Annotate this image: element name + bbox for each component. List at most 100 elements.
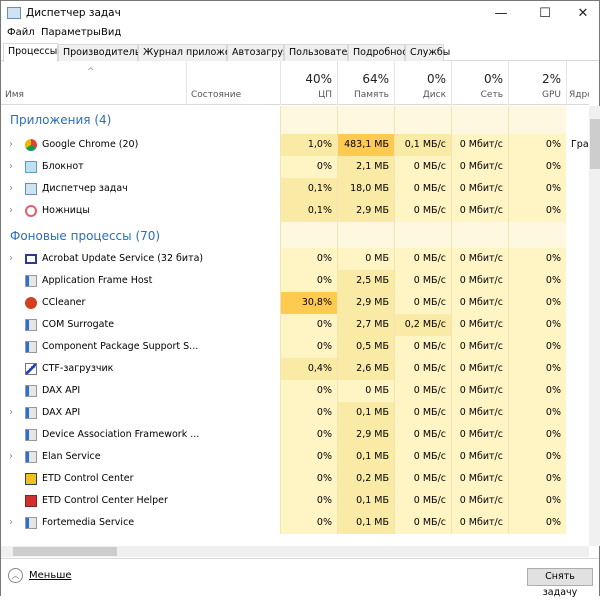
expand-chevron-icon[interactable]: › [9, 248, 13, 270]
process-row[interactable]: Device Association Framework ... 0% 2,9 МБ… [1, 424, 589, 446]
gpu-cell: 0% [508, 358, 566, 380]
close-button[interactable]: ✕ [563, 1, 600, 27]
gpu-cell: 0% [508, 336, 566, 358]
expand-chevron-icon[interactable]: › [9, 200, 13, 222]
column-gpu-engine[interactable]: Ядро GPU [566, 61, 589, 105]
process-row[interactable]: › Ножницы 0,1% 2,9 МБ 0 МБ/с 0 Мбит/с 0% [1, 200, 589, 222]
service-icon [25, 319, 37, 331]
gpu-cell: 0% [508, 446, 566, 468]
gpu-cell: 0% [508, 314, 566, 336]
window-icon [25, 254, 37, 264]
vertical-scrollbar[interactable] [589, 106, 600, 546]
chevron-up-circle-icon[interactable]: ︿ [8, 568, 23, 583]
tab-performance[interactable]: Производительность [58, 44, 169, 61]
net-cell: 0 Мбит/с [451, 424, 508, 446]
tab-services[interactable]: Службы [405, 44, 450, 61]
mem-cell: 2,1 МБ [337, 156, 394, 178]
group-cell [280, 222, 337, 248]
tab-processes[interactable]: Процессы [3, 43, 58, 62]
disk-cell: 0 МБ/с [394, 468, 451, 490]
tab-users[interactable]: Пользователи [284, 44, 360, 61]
tab-startup[interactable]: Автозагрузка [227, 44, 300, 61]
process-row[interactable]: Component Package Support S... 0% 0,5 МБ 0 … [1, 336, 589, 358]
net-cell: 0 Мбит/с [451, 512, 508, 534]
expand-chevron-icon[interactable]: › [9, 156, 13, 178]
menu-file[interactable]: Файл [7, 27, 35, 38]
expand-chevron-icon[interactable]: › [9, 446, 13, 468]
gpu-cell: 0% [508, 156, 566, 178]
cpu-cell: 0% [280, 248, 337, 270]
gpu-cell: 0% [508, 490, 566, 512]
group-cell [508, 222, 566, 248]
menu-options[interactable]: Параметры [41, 27, 101, 38]
fewer-details-link[interactable]: Меньше [29, 570, 72, 581]
column-disk[interactable]: 0% Диск [394, 61, 451, 105]
process-row[interactable]: › Acrobat Update Service (32 бита) 0% 0 МБ 0… [1, 248, 589, 270]
process-row[interactable]: › Диспетчер задач 0,1% 18,0 МБ 0 МБ/с 0 Мбит/… [1, 178, 589, 200]
process-row[interactable]: › Google Chrome (20) 1,0% 483,1 МБ 0,1 МБ/с 0… [1, 134, 589, 156]
disk-cell: 0 МБ/с [394, 512, 451, 534]
process-row[interactable]: › DAX API 0% 0,1 МБ 0 МБ/с 0 Мбит/с 0% [1, 402, 589, 424]
group-cell [451, 222, 508, 248]
end-task-button[interactable]: Снять задачу [527, 568, 593, 598]
column-name[interactable]: ^ Имя [1, 61, 186, 105]
group-cell [337, 106, 394, 134]
expand-chevron-icon[interactable]: › [9, 178, 13, 200]
gpu-cell: 0% [508, 200, 566, 222]
tab-app-history[interactable]: Журнал приложений [138, 44, 249, 61]
service-icon [25, 341, 37, 353]
minimize-button[interactable]: — [481, 1, 521, 27]
net-cell: 0 Мбит/с [451, 314, 508, 336]
process-row[interactable]: Application Frame Host 0% 2,5 МБ 0 МБ/с 0 Мб… [1, 270, 589, 292]
expand-chevron-icon[interactable]: › [9, 402, 13, 424]
disk-cell: 0 МБ/с [394, 336, 451, 358]
disk-cell: 0 МБ/с [394, 292, 451, 314]
process-list: Приложения (4) › Google Chrome (20) 1,0% 483… [1, 106, 589, 546]
process-name: CCleaner [42, 297, 86, 308]
column-memory[interactable]: 64% Память [337, 61, 394, 105]
tab-details[interactable]: Подробности [348, 44, 419, 61]
process-row[interactable]: COM Surrogate 0% 2,7 МБ 0,2 МБ/с 0 Мбит/с 0% [1, 314, 589, 336]
service-icon [25, 385, 37, 397]
mem-cell: 0,1 МБ [337, 512, 394, 534]
expand-chevron-icon[interactable]: › [9, 512, 13, 534]
vertical-scroll-thumb[interactable] [590, 119, 600, 169]
group-header: Фоновые процессы (70) [1, 222, 589, 248]
net-cell: 0 Мбит/с [451, 292, 508, 314]
process-row[interactable]: CTF-загрузчик 0,4% 2,6 МБ 0 МБ/с 0 Мбит/с 0% [1, 358, 589, 380]
disk-cell: 0 МБ/с [394, 402, 451, 424]
column-gpu[interactable]: 2% GPU [508, 61, 566, 105]
process-row[interactable]: › Fortemedia Service 0% 0,1 МБ 0 МБ/с 0 Мбит/… [1, 512, 589, 534]
etdhelper-icon [25, 495, 37, 507]
process-row[interactable]: DAX API 0% 0 МБ 0 МБ/с 0 Мбит/с 0% [1, 380, 589, 402]
net-cell: 0 Мбит/с [451, 358, 508, 380]
maximize-button[interactable]: ☐ [525, 1, 565, 27]
net-cell: 0 Мбит/с [451, 468, 508, 490]
process-row[interactable]: CCleaner 30,8% 2,9 МБ 0 МБ/с 0 Мбит/с 0% [1, 292, 589, 314]
service-icon [25, 429, 37, 441]
window-title: Диспетчер задач [26, 7, 121, 19]
cpu-cell: 0% [280, 490, 337, 512]
task-manager-window: Диспетчер задач — ☐ ✕ Файл Параметры Вид… [0, 0, 600, 598]
process-row[interactable]: › Блокнот 0% 2,1 МБ 0 МБ/с 0 Мбит/с 0% [1, 156, 589, 178]
cpu-cell: 0% [280, 336, 337, 358]
process-row[interactable]: › Elan Service 0% 0,1 МБ 0 МБ/с 0 Мбит/с 0% [1, 446, 589, 468]
net-cell: 0 Мбит/с [451, 178, 508, 200]
expand-chevron-icon[interactable]: › [9, 134, 13, 156]
column-state[interactable]: Состояние [186, 61, 280, 105]
mem-cell: 2,9 МБ [337, 200, 394, 222]
horizontal-scroll-thumb[interactable] [13, 547, 117, 556]
group-header: Приложения (4) [1, 106, 589, 134]
cpu-cell: 0% [280, 380, 337, 402]
cpu-cell: 0% [280, 156, 337, 178]
group-cell [280, 106, 337, 134]
process-name: Ножницы [42, 205, 90, 216]
process-row[interactable]: ETD Control Center Helper 0% 0,1 МБ 0 МБ/с 0… [1, 490, 589, 512]
process-name: Application Frame Host [42, 275, 153, 286]
process-name: ETD Control Center [42, 473, 134, 484]
column-network[interactable]: 0% Сеть [451, 61, 508, 105]
tab-bar: Процессы Производительность Журнал прило… [1, 43, 599, 62]
column-cpu[interactable]: 40% ЦП [280, 61, 337, 105]
process-row[interactable]: ETD Control Center 0% 0,2 МБ 0 МБ/с 0 Мбит/с… [1, 468, 589, 490]
menu-view[interactable]: Вид [101, 27, 121, 38]
